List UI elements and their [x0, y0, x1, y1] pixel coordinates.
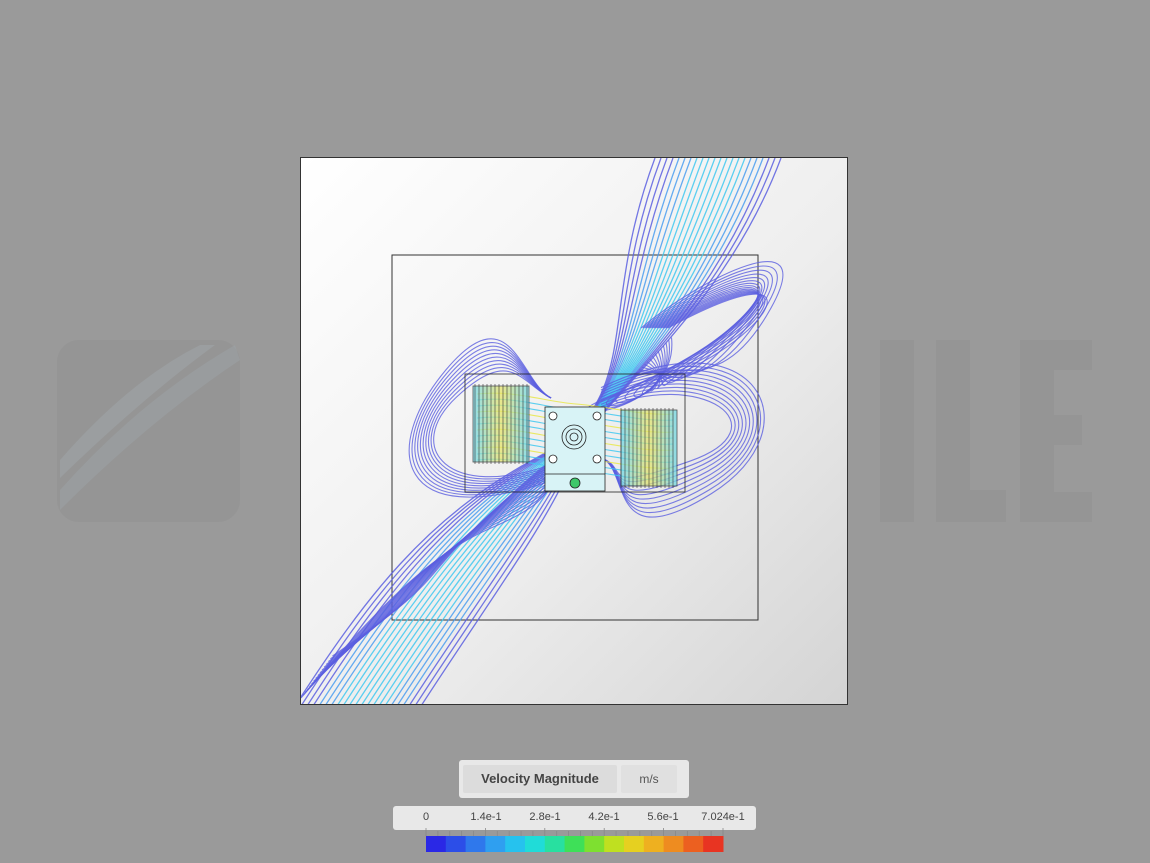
bolt-bottom-right: [592, 454, 602, 464]
left-heatsink: [472, 385, 530, 463]
legend-tick-label: 5.6e-1: [647, 811, 679, 823]
bolt-top-right: [592, 411, 602, 421]
legend-tick-label: 2.8e-1: [529, 811, 561, 823]
streamlines: [301, 158, 784, 704]
bolt-bottom-left: [548, 454, 558, 464]
legend-unit-selector[interactable]: m/s: [621, 765, 677, 793]
simulation-viewport[interactable]: [300, 157, 848, 705]
legend-tick-label: 1.4e-1: [470, 811, 502, 823]
legend-title-panel: Velocity Magnitude m/s: [459, 760, 689, 798]
legend-tick-label: 4.2e-1: [588, 811, 620, 823]
bolt-top-left: [548, 411, 558, 421]
legend-tick-label: 7.024e-1: [701, 811, 745, 823]
indicator-port: [569, 477, 581, 489]
legend-tick-label: 0: [422, 811, 430, 823]
legend-quantity-label[interactable]: Velocity Magnitude: [463, 765, 617, 793]
streamline-scene: [301, 158, 784, 704]
legend-tick-panel: 0 1.4e-1 2.8e-1 4.2e-1 5.6e-1 7.024e-1: [393, 806, 756, 830]
